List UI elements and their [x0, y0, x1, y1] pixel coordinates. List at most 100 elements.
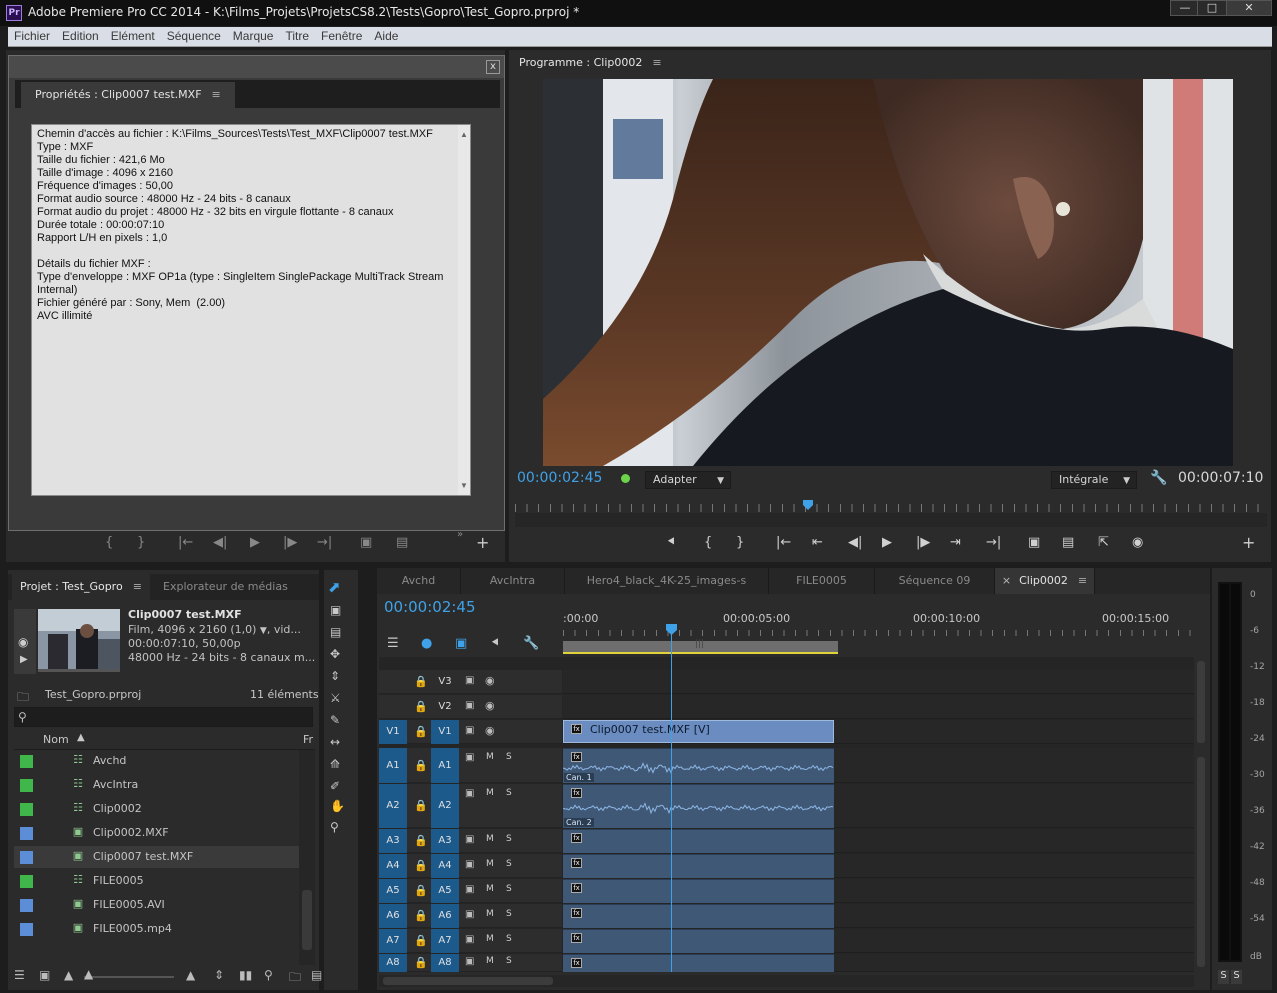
tracks-container: 🔒 V3 ▣ ◉ 🔒 V2 ▣ ◉ V1 🔒 V1 ▣ ◉ A1 A1 🔒 ▣ M Sfx Can. 1 A2 A2 🔒 ▣ M…: [0, 0, 1210, 993]
solo-button[interactable]: S: [506, 884, 512, 894]
toggle-sync-icon[interactable]: ▣: [465, 675, 474, 686]
mute-button[interactable]: M: [486, 909, 494, 919]
meter-scale-label: -54: [1250, 914, 1265, 924]
eye-icon[interactable]: ◉: [485, 699, 495, 712]
audio-clip[interactable]: fx: [563, 904, 834, 928]
fx-icon: fx: [571, 788, 582, 798]
track-name[interactable]: A2: [431, 784, 459, 828]
audio-meter-bars: [1218, 582, 1242, 962]
meter-scale-label: -6: [1250, 626, 1259, 636]
toggle-sync-icon[interactable]: ▣: [465, 859, 474, 870]
solo-button[interactable]: S: [506, 859, 512, 869]
solo-button[interactable]: S: [506, 956, 512, 966]
lock-icon[interactable]: 🔒: [414, 725, 428, 738]
source-track-target[interactable]: A8: [379, 954, 407, 972]
track-name[interactable]: A4: [431, 854, 459, 878]
track-name: V1: [438, 726, 452, 737]
toggle-sync-icon[interactable]: ▣: [465, 909, 474, 920]
lock-icon[interactable]: 🔒: [414, 884, 428, 897]
source-track-target[interactable]: V1: [379, 720, 407, 744]
meter-scale-label: -24: [1250, 734, 1265, 744]
timeline-playhead[interactable]: [666, 624, 677, 635]
source-track-target[interactable]: A2: [379, 784, 407, 828]
mute-button[interactable]: M: [486, 884, 494, 894]
lock-icon[interactable]: 🔒: [414, 859, 428, 872]
audio-clip[interactable]: fx: [563, 929, 834, 953]
mute-button[interactable]: M: [486, 934, 494, 944]
solo-button[interactable]: S: [506, 834, 512, 844]
add-button-icon[interactable]: +: [1242, 533, 1255, 552]
meter-scale-label: 0: [1250, 590, 1256, 600]
meter-scale-label: -30: [1250, 770, 1265, 780]
source-track-target[interactable]: A1: [379, 748, 407, 783]
fx-icon: fx: [571, 858, 582, 868]
solo-button[interactable]: S: [506, 934, 512, 944]
audio-clip[interactable]: fx: [563, 954, 834, 972]
toggle-sync-icon[interactable]: ▣: [465, 956, 474, 967]
track-lane: [563, 695, 1194, 719]
lock-icon[interactable]: 🔒: [414, 956, 428, 969]
track-name: V3: [438, 676, 452, 687]
track-name[interactable]: A8: [431, 954, 459, 972]
source-track-target[interactable]: A6: [379, 904, 407, 928]
toggle-sync-icon[interactable]: ▣: [465, 834, 474, 845]
video-clip[interactable]: fx Clip0007 test.MXF [V]: [563, 720, 834, 743]
mute-button[interactable]: M: [486, 788, 494, 798]
mute-button[interactable]: M: [486, 956, 494, 966]
source-track-target[interactable]: A3: [379, 829, 407, 853]
lock-icon[interactable]: 🔒: [414, 799, 428, 812]
track-name[interactable]: A6: [431, 904, 459, 928]
track-name[interactable]: A3: [431, 829, 459, 853]
fx-icon: fx: [571, 833, 582, 843]
lock-icon[interactable]: 🔒: [414, 909, 428, 922]
track-name[interactable]: A5: [431, 879, 459, 903]
mute-button[interactable]: M: [486, 834, 494, 844]
video-clip-label: Clip0007 test.MXF [V]: [590, 723, 710, 736]
lock-icon[interactable]: 🔒: [414, 700, 428, 713]
audio-clip[interactable]: fx: [563, 879, 834, 903]
meter-scale-label: -42: [1250, 842, 1265, 852]
solo-button[interactable]: S: [506, 752, 512, 762]
track-name: V2: [438, 701, 452, 712]
toggle-sync-icon[interactable]: ▣: [465, 934, 474, 945]
timeline-vscroll[interactable]: [1194, 657, 1208, 972]
source-track-target[interactable]: A7: [379, 929, 407, 953]
toggle-sync-icon[interactable]: ▣: [465, 884, 474, 895]
close-icon[interactable]: ✕: [1226, 0, 1272, 16]
audio-clip[interactable]: fx: [563, 854, 834, 878]
track-lane: [563, 670, 1194, 694]
toggle-sync-icon[interactable]: ▣: [465, 788, 474, 799]
channel-label: Can. 1: [564, 773, 594, 782]
fx-icon: fx: [571, 883, 582, 893]
track-name[interactable]: A7: [431, 929, 459, 953]
audio-clip[interactable]: fx: [563, 829, 834, 853]
meter-scale-label: -48: [1250, 878, 1265, 888]
audio-waveform: [563, 802, 834, 815]
audio-clip[interactable]: fx Can. 1: [563, 748, 834, 783]
toggle-sync-icon[interactable]: ▣: [465, 725, 474, 736]
eye-icon[interactable]: ◉: [485, 724, 495, 737]
solo-button[interactable]: S: [506, 788, 512, 798]
audio-meter-panel: 0 -6 -12 -18 -24 -30 -36 -42 -48 -54 dB S S: [1212, 568, 1272, 990]
toggle-sync-icon[interactable]: ▣: [465, 752, 474, 763]
source-track-target[interactable]: A5: [379, 879, 407, 903]
solo-left-button[interactable]: S: [1218, 970, 1229, 984]
track-name[interactable]: A1: [431, 748, 459, 783]
lock-icon[interactable]: 🔒: [414, 834, 428, 847]
audio-clip[interactable]: fx Can. 2: [563, 784, 834, 828]
meter-scale-label: -12: [1250, 662, 1265, 672]
source-track-target[interactable]: A4: [379, 854, 407, 878]
mute-button[interactable]: M: [486, 859, 494, 869]
lock-icon[interactable]: 🔒: [414, 759, 428, 772]
channel-label: Can. 2: [564, 818, 594, 827]
eye-icon[interactable]: ◉: [485, 674, 495, 687]
meter-scale-label: -36: [1250, 806, 1265, 816]
fx-icon: fx: [571, 908, 582, 918]
lock-icon[interactable]: 🔒: [414, 675, 428, 688]
solo-button[interactable]: S: [506, 909, 512, 919]
mute-button[interactable]: M: [486, 752, 494, 762]
timeline-hscroll[interactable]: [379, 975, 1194, 987]
lock-icon[interactable]: 🔒: [414, 934, 428, 947]
solo-right-button[interactable]: S: [1231, 970, 1242, 984]
toggle-sync-icon[interactable]: ▣: [465, 700, 474, 711]
